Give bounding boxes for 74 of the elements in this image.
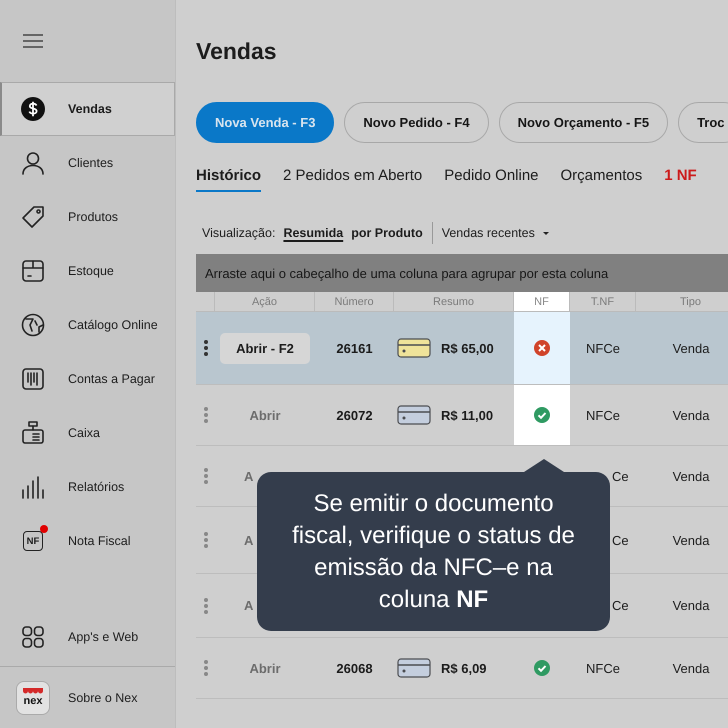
nav-item[interactable]: Produtos — [0, 190, 175, 244]
tab[interactable]: Pedido Online — [444, 167, 539, 192]
column-header[interactable]: NF — [514, 292, 570, 311]
table-cell: Venda — [672, 468, 710, 484]
tab[interactable]: 2 Pedidos em Aberto — [283, 167, 422, 192]
table-cell: Ce — [612, 598, 629, 613]
awning-icon — [23, 688, 43, 695]
nav-item[interactable]: Caixa — [0, 406, 175, 460]
table-cell: R$ 11,00 — [441, 408, 494, 422]
action-button[interactable]: Nova Venda - F3 — [196, 102, 334, 143]
globe-icon — [21, 313, 45, 337]
page-title: Vendas — [196, 37, 278, 66]
nav-item[interactable]: Relatórios — [0, 460, 175, 514]
box-icon — [21, 259, 45, 283]
tab[interactable]: Orçamentos — [560, 167, 642, 192]
cash-register-icon — [21, 421, 45, 445]
barcode-icon — [21, 367, 45, 391]
action-button[interactable]: Novo Orçamento - F5 — [498, 102, 668, 143]
table-cell: NFCe — [586, 408, 620, 422]
nav-item[interactable]: Contas a Pagar — [0, 352, 175, 406]
group-hint: Arraste aqui o cabeçalho de uma coluna para agrupar por esta coluna — [196, 254, 728, 292]
nav-label: Clientes — [68, 156, 114, 170]
nav-label: Nota Fiscal — [68, 534, 131, 548]
table-cell: Venda — [672, 598, 710, 613]
nav-item[interactable]: Clientes — [0, 136, 175, 190]
nav-label: App's e Web — [68, 630, 138, 644]
logo-text: nex — [24, 696, 42, 707]
filter-dropdown[interactable]: Vendas recentes — [442, 226, 535, 240]
tab[interactable]: 1 NF — [664, 167, 697, 192]
view-option[interactable]: por Produto — [351, 226, 423, 240]
table-cell: Venda — [672, 408, 710, 422]
nav-label: Catálogo Online — [68, 318, 158, 332]
bar-chart-icon — [21, 475, 45, 499]
tag-icon — [21, 205, 45, 229]
tab[interactable]: Histórico — [196, 167, 262, 192]
nav-item[interactable]: Catálogo Online — [0, 298, 175, 352]
table-cell: Venda — [672, 532, 710, 548]
table-cell: NFCe — [586, 340, 620, 356]
tooltip-text: Se emitir o documento fiscal, verifique o status de emissão da NFC–e na coluna NF — [291, 488, 576, 614]
nav-item[interactable]: NF Nota Fiscal — [0, 514, 175, 568]
table-cell: Venda — [672, 660, 710, 676]
dollar-icon — [21, 97, 45, 121]
table-cell: Venda — [672, 340, 710, 356]
nav-label: Relatórios — [68, 480, 124, 494]
action-button[interactable]: Novo Pedido - F4 — [344, 102, 489, 143]
table-cell: 26068 — [336, 660, 373, 676]
person-icon — [21, 151, 45, 175]
table-cell: Ce — [612, 532, 629, 548]
nf-icon: NF — [23, 531, 43, 551]
nav-label: Sobre o Nex — [68, 690, 138, 704]
table-cell: NFCe — [586, 660, 620, 676]
table-cell: 26161 — [336, 340, 373, 356]
table-cell: R$ 6,09 — [441, 660, 487, 676]
nav-label: Vendas — [68, 102, 112, 116]
apps-icon — [21, 625, 45, 649]
table-cell: Ce — [612, 468, 629, 484]
table-row[interactable]: Abrir - F2 26161 R$ 65,00 NFCe Venda — [196, 312, 728, 385]
caret-icon[interactable] — [542, 232, 549, 234]
action-button[interactable]: Troc — [678, 102, 728, 143]
nav-label: Contas a Pagar — [68, 372, 155, 386]
menu-icon[interactable] — [23, 34, 43, 48]
nav-item[interactable]: Estoque — [0, 244, 175, 298]
table-cell: R$ 65,00 — [441, 340, 494, 356]
table-cell: 26072 — [336, 408, 373, 422]
view-option[interactable]: Resumida — [283, 226, 344, 240]
nav-label: Produtos — [68, 210, 118, 224]
nav-label: Caixa — [68, 426, 100, 440]
nav-item[interactable]: App's e Web — [0, 608, 175, 666]
more-icon[interactable] — [204, 340, 208, 356]
view-label: Visualização: — [202, 226, 276, 240]
open-button[interactable]: Abrir - F2 — [220, 332, 310, 364]
nav-item[interactable]: Vendas — [0, 82, 175, 136]
nav-item[interactable]: nex Sobre o Nex — [0, 666, 175, 728]
nav-label: Estoque — [68, 264, 114, 278]
